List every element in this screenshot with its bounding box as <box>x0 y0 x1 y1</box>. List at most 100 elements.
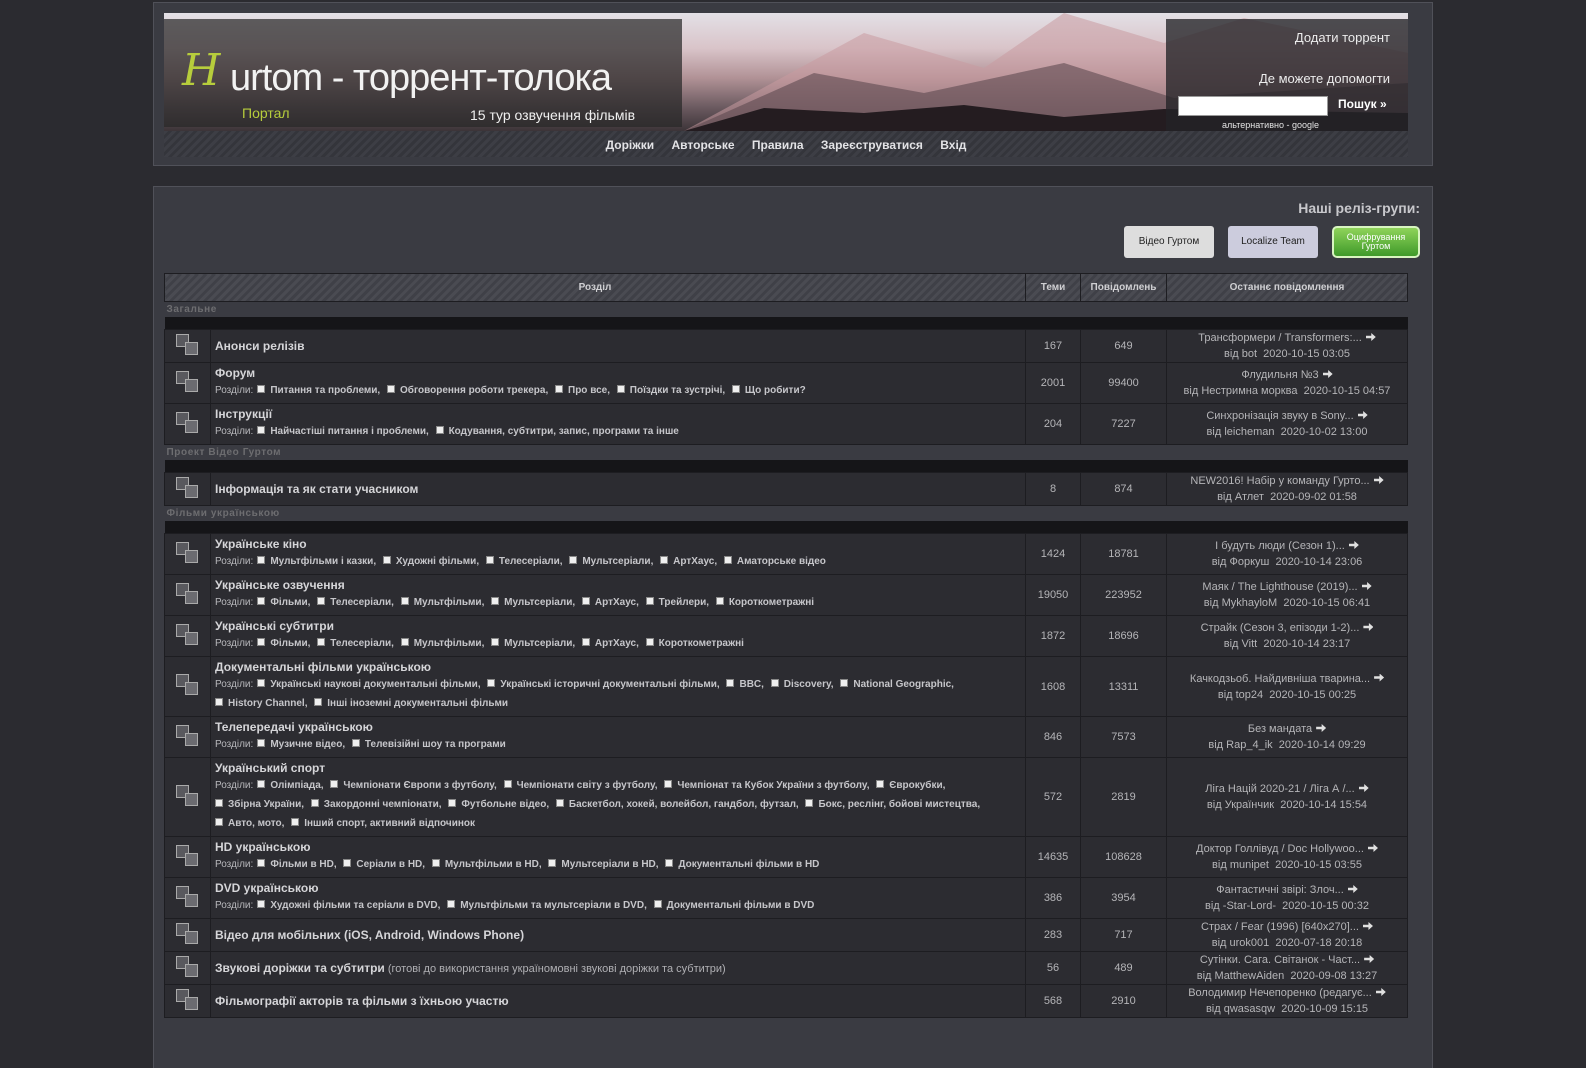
subforum-link[interactable]: Закордонні чемпіонати, <box>310 799 442 810</box>
subforum-link[interactable]: Трейлери, <box>645 597 709 608</box>
subforum-link[interactable]: АртХаус, <box>660 556 717 567</box>
last-post-author[interactable]: top24 <box>1236 689 1264 701</box>
nav-authors[interactable]: Авторське <box>672 138 735 152</box>
subforum-link[interactable]: Єврокубки, <box>876 780 945 791</box>
forum-title-link[interactable]: Інформація та як стати учасником <box>215 482 418 496</box>
go-to-last-post-icon[interactable] <box>1358 784 1369 792</box>
forum-title-link[interactable]: Інструкції <box>215 407 272 421</box>
go-to-last-post-icon[interactable] <box>1364 955 1375 963</box>
go-to-last-post-icon[interactable] <box>1357 411 1368 419</box>
subforum-link[interactable]: Мультсеріали, <box>491 638 575 649</box>
forum-title-link[interactable]: Українське озвучення <box>215 578 345 592</box>
last-post-topic-link[interactable]: Качкодзьоб. Найдивніша тварина... <box>1190 673 1370 685</box>
last-post-topic-link[interactable]: Ліга Націй 2020-21 / Ліга А /... <box>1205 783 1354 795</box>
subforum-link[interactable]: Документальні фільми в DVD <box>653 900 814 911</box>
last-post-topic-link[interactable]: Без мандата <box>1248 723 1312 735</box>
subforum-link[interactable]: Мультсеріали, <box>491 597 575 608</box>
nav-rules[interactable]: Правила <box>752 138 804 152</box>
subforum-link[interactable]: Музичне відео, <box>257 739 345 750</box>
last-post-topic-link[interactable]: NEW2016! Набір у команду Гурто... <box>1190 475 1369 487</box>
forum-title-link[interactable]: Фільмографії акторів та фільми з їхньою … <box>215 994 509 1008</box>
last-post-topic-link[interactable]: Володимир Нечепоренко (редагує... <box>1188 987 1372 999</box>
subforum-link[interactable]: Чемпіонати Європи з футболу, <box>330 780 497 791</box>
last-post-topic-link[interactable]: Доктор Голлівуд / Doc Hollywoo... <box>1196 843 1364 855</box>
last-post-author[interactable]: leicheman <box>1224 426 1274 438</box>
go-to-last-post-icon[interactable] <box>1348 541 1359 549</box>
subforum-link[interactable]: Мультфільми, <box>400 638 484 649</box>
forum-title-link[interactable]: DVD українською <box>215 881 318 895</box>
go-to-last-post-icon[interactable] <box>1375 988 1386 996</box>
go-to-last-post-icon[interactable] <box>1322 370 1333 378</box>
last-post-author[interactable]: Форкуш <box>1229 556 1269 568</box>
go-to-last-post-icon[interactable] <box>1365 333 1376 341</box>
subforum-link[interactable]: АртХаус, <box>581 597 639 608</box>
forum-title-link[interactable]: Телепередачі українською <box>215 720 373 734</box>
subforum-link[interactable]: Телесеріали, <box>317 638 394 649</box>
subforum-link[interactable]: Інший спорт, активний відпочинок <box>291 818 475 829</box>
subforum-link[interactable]: Короткометражні <box>645 638 744 649</box>
subforum-link[interactable]: Питання та проблеми, <box>257 385 380 396</box>
forum-title-link[interactable]: Анонси релізів <box>215 339 305 353</box>
forum-title-link[interactable]: HD українською <box>215 840 310 854</box>
subforum-link[interactable]: Найчастіші питання і проблеми, <box>257 426 429 437</box>
last-post-topic-link[interactable]: Флудильня №3 <box>1241 369 1318 381</box>
dubbing-tour-link[interactable]: 15 тур озвучення фільмів <box>470 107 635 123</box>
forum-title-link[interactable]: Звукові доріжки та субтитри <box>215 961 385 975</box>
last-post-author[interactable]: urok001 <box>1230 937 1270 949</box>
subforum-link[interactable]: Короткометражні <box>715 597 814 608</box>
subforum-link[interactable]: Художні фільми, <box>382 556 479 567</box>
subforum-link[interactable]: Художні фільми та серіали в DVD, <box>257 900 440 911</box>
subforum-link[interactable]: Українські наукові документальні фільми, <box>257 679 481 690</box>
subforum-link[interactable]: Фільми в HD, <box>257 859 337 870</box>
last-post-topic-link[interactable]: Страйк (Сезон 3, епізоди 1-2)... <box>1201 622 1360 634</box>
subforum-link[interactable]: National Geographic, <box>840 679 954 690</box>
subforum-link[interactable]: Мультсеріали в HD, <box>548 859 659 870</box>
last-post-author[interactable]: Українчик <box>1225 799 1274 811</box>
category-title[interactable]: Проект Відео Гуртом <box>164 444 1408 460</box>
subforum-link[interactable]: Фільми, <box>257 638 310 649</box>
subforum-link[interactable]: Мультфільми і казки, <box>257 556 376 567</box>
last-post-topic-link[interactable]: Трансформери / Transformers:... <box>1198 332 1362 344</box>
help-link[interactable]: Де можете допомогти <box>1259 71 1390 86</box>
subforum-link[interactable]: Збірна України, <box>215 799 304 810</box>
subforum-link[interactable]: Телесеріали, <box>317 597 394 608</box>
subforum-link[interactable]: Баскетбол, хокей, волейбол, гандбол, фут… <box>555 799 799 810</box>
forum-title-link[interactable]: Українське кіно <box>215 537 307 551</box>
search-input[interactable] <box>1178 96 1328 116</box>
subforum-link[interactable]: АртХаус, <box>581 638 639 649</box>
google-search-link[interactable]: альтернативно - google <box>1222 120 1319 130</box>
subforum-link[interactable]: Discovery, <box>770 679 834 690</box>
go-to-last-post-icon[interactable] <box>1363 623 1374 631</box>
video-gurtom-logo[interactable]: Відео Гуртом <box>1124 226 1214 258</box>
subforum-link[interactable]: Мультфільми та мультсеріали в DVD, <box>447 900 647 911</box>
last-post-author[interactable]: qwasasqw <box>1224 1003 1275 1015</box>
subforum-link[interactable]: Українські історичні документальні фільм… <box>487 679 720 690</box>
digitization-gurtom-logo[interactable]: Оцифрування Гуртом <box>1332 226 1420 258</box>
last-post-topic-link[interactable]: Страх / Fear (1996) [640x270]... <box>1201 921 1359 933</box>
subforum-link[interactable]: Мультфільми в HD, <box>431 859 542 870</box>
subforum-link[interactable]: BBC, <box>726 679 764 690</box>
last-post-author[interactable]: bot <box>1242 348 1257 360</box>
last-post-topic-link[interactable]: І будуть люди (Сезон 1)... <box>1215 540 1345 552</box>
subforum-link[interactable]: Мультсеріали, <box>569 556 653 567</box>
subforum-link[interactable]: Кодування, субтитри, запис, програми та … <box>435 426 679 437</box>
subforum-link[interactable]: Чемпіонати світу з футболу, <box>503 780 658 791</box>
logo-panel[interactable]: H urtom - торрент-толока Портал 15 тур о… <box>164 19 682 127</box>
nav-tracks[interactable]: Доріжки <box>606 138 655 152</box>
go-to-last-post-icon[interactable] <box>1316 724 1327 732</box>
last-post-author[interactable]: MatthewAiden <box>1215 970 1285 982</box>
last-post-author[interactable]: Нестримна морква <box>1201 385 1297 397</box>
last-post-author[interactable]: MykhayloM <box>1222 597 1278 609</box>
subforum-link[interactable]: Серіали в HD, <box>343 859 425 870</box>
subforum-link[interactable]: History Channel, <box>215 698 307 709</box>
category-title[interactable]: Загальне <box>164 301 1408 317</box>
subforum-link[interactable]: Телевізійні шоу та програми <box>351 739 506 750</box>
subforum-link[interactable]: Телесеріали, <box>485 556 563 567</box>
add-torrent-link[interactable]: Додати торрент <box>1295 30 1390 45</box>
nav-login[interactable]: Вхід <box>940 138 966 152</box>
subforum-link[interactable]: Футбольне відео, <box>448 799 549 810</box>
subforum-link[interactable]: Обговорення роботи трекера, <box>386 385 548 396</box>
last-post-topic-link[interactable]: Фантастичні звірі: Злоч... <box>1216 884 1344 896</box>
forum-title-link[interactable]: Відео для мобільних (iOS, Android, Windo… <box>215 928 524 942</box>
search-button[interactable]: Пошук » <box>1338 97 1387 111</box>
